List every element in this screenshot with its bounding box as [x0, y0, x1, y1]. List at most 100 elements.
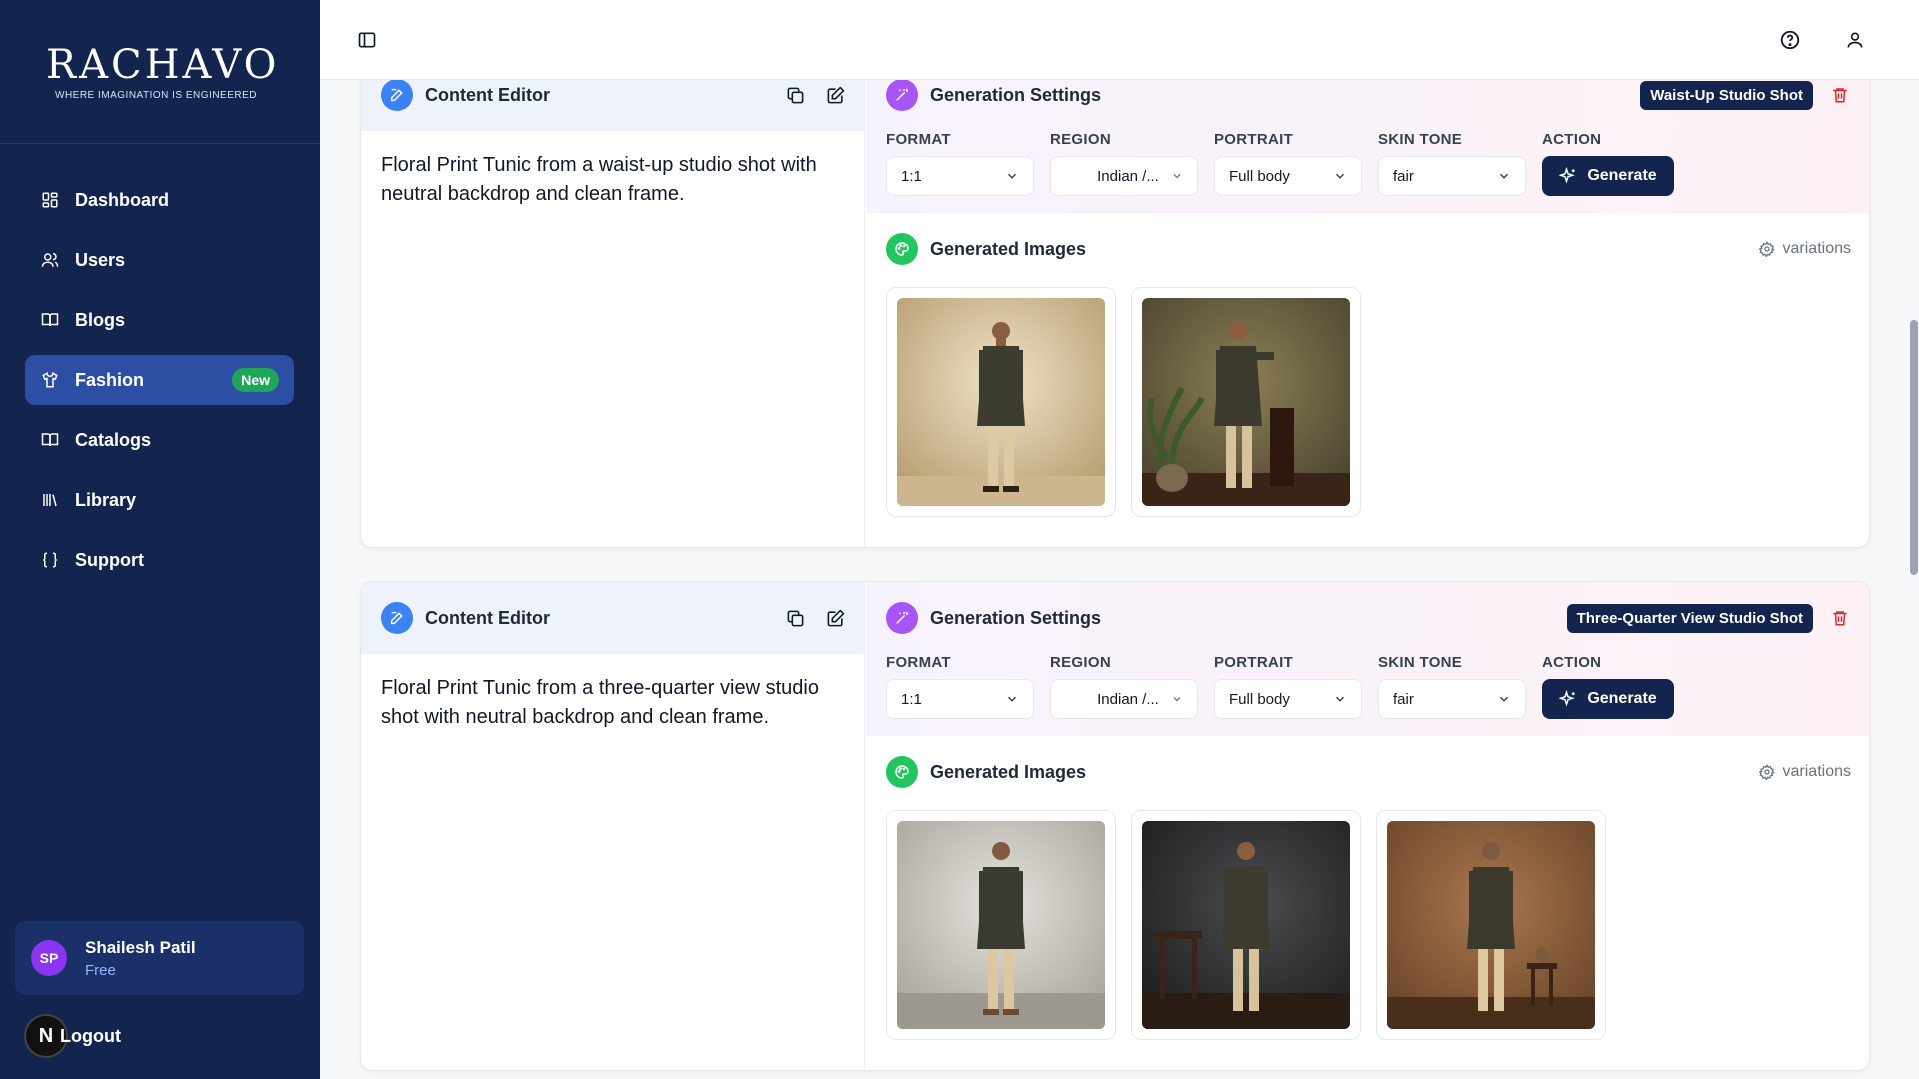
generated-image-thumb[interactable]: [886, 810, 1116, 1040]
sidebar-item-support[interactable]: Support: [25, 535, 294, 585]
generated-images-title: Generated Images: [930, 761, 1087, 782]
gear-icon: [1758, 241, 1775, 257]
portrait-value: Full body: [1229, 690, 1290, 708]
chevron-down-icon: [1173, 697, 1181, 702]
generated-image-thumb[interactable]: [1131, 810, 1361, 1040]
user-plan: Free: [85, 961, 116, 979]
sidebar: RACHAVO WHERE IMAGINATION IS ENGINEERED …: [0, 0, 320, 1079]
sidebar-item-users[interactable]: Users: [25, 235, 294, 285]
skin-tone-value: fair: [1393, 690, 1414, 708]
trash-icon[interactable]: [1829, 84, 1851, 106]
sparkles-icon: [1559, 167, 1576, 184]
chevron-down-icon: [1499, 173, 1509, 179]
sidebar-item-blogs[interactable]: Blogs: [25, 295, 294, 345]
region-select[interactable]: Indian /...: [1050, 156, 1198, 196]
edit-icon: [381, 79, 413, 111]
sidebar-item-label: Users: [75, 249, 126, 270]
model-photo-olive: [1142, 298, 1350, 506]
brand-logo[interactable]: RACHAVO WHERE IMAGINATION IS ENGINEERED: [46, 42, 276, 101]
skin-tone-label: SKIN TONE: [1378, 131, 1463, 148]
format-value: 1:1: [901, 690, 922, 708]
user-profile-card[interactable]: SP Shailesh Patil Free: [15, 921, 304, 995]
chevron-down-icon: [1335, 173, 1345, 179]
generated-image-thumb[interactable]: [886, 287, 1116, 517]
content-editor-title: Content Editor: [425, 607, 550, 628]
variations-label: variations: [1782, 763, 1851, 780]
generate-button-label: Generate: [1587, 690, 1657, 707]
format-label: FORMAT: [886, 654, 951, 671]
sidebar-item-label: Fashion: [75, 369, 145, 390]
user-name: Shailesh Patil: [85, 937, 196, 957]
chevron-down-icon: [1499, 696, 1509, 702]
user-icon[interactable]: [1842, 27, 1868, 53]
generated-image-thumb[interactable]: [1376, 810, 1606, 1040]
variations-button[interactable]: variations: [1758, 240, 1851, 258]
scrollbar[interactable]: [1910, 320, 1918, 575]
content-editor-title: Content Editor: [425, 84, 550, 105]
copy-icon[interactable]: [784, 84, 806, 106]
trash-icon[interactable]: [1829, 607, 1851, 629]
generate-button[interactable]: Generate: [1542, 156, 1674, 196]
library-icon: [40, 490, 60, 510]
palette-icon: [886, 233, 918, 265]
gear-icon: [1758, 764, 1775, 780]
portrait-select[interactable]: Full body: [1214, 156, 1362, 196]
model-photo-dark: [1142, 821, 1350, 1029]
generated-image-thumb[interactable]: [1131, 287, 1361, 517]
sidebar-item-dashboard[interactable]: Dashboard: [25, 175, 294, 225]
help-circle-icon[interactable]: [1777, 27, 1803, 53]
shot-type-badge: Three-Quarter View Studio Shot: [1566, 603, 1813, 633]
sidebar-item-label: Support: [75, 549, 144, 570]
skin-tone-select[interactable]: fair: [1378, 679, 1526, 719]
edit-square-icon[interactable]: [824, 607, 846, 629]
region-select[interactable]: Indian /...: [1050, 679, 1198, 719]
format-select[interactable]: 1:1: [886, 679, 1034, 719]
chevron-down-icon: [1173, 174, 1181, 179]
image-grid: [886, 810, 1851, 1040]
palette-icon: [886, 756, 918, 788]
action-label: ACTION: [1542, 654, 1602, 671]
sidebar-toggle-icon[interactable]: [354, 27, 380, 53]
format-select[interactable]: 1:1: [886, 156, 1034, 196]
shot-type-badge: Waist-Up Studio Shot: [1640, 80, 1813, 110]
generate-button-label: Generate: [1587, 167, 1657, 184]
sidebar-item-catalogs[interactable]: Catalogs: [25, 415, 294, 465]
user-info: Shailesh Patil Free: [85, 938, 196, 979]
variations-button[interactable]: variations: [1758, 763, 1851, 781]
portrait-select[interactable]: Full body: [1214, 679, 1362, 719]
shirt-icon: [40, 370, 60, 390]
generate-button[interactable]: Generate: [1542, 679, 1674, 719]
skin-tone-label: SKIN TONE: [1378, 654, 1463, 671]
region-value: Indian /...: [1097, 167, 1159, 185]
sparkles-icon: [1559, 690, 1576, 707]
image-grid: [886, 287, 1851, 517]
sidebar-item-label: Dashboard: [75, 189, 170, 210]
portrait-label: PORTRAIT: [1214, 131, 1294, 148]
sidebar-item-label: Catalogs: [75, 429, 152, 450]
sidebar-item-library[interactable]: Library: [25, 475, 294, 525]
generation-panel: Generation Settings Waist-Up Studio Shot…: [866, 59, 1869, 547]
book-open-icon: [40, 430, 60, 450]
model-photo-brown: [1387, 821, 1595, 1029]
logout-button[interactable]: N Logout: [24, 1014, 121, 1058]
model-photo-beige: [897, 298, 1105, 506]
generation-settings: Generation Settings Waist-Up Studio Shot…: [866, 59, 1869, 213]
portrait-label: PORTRAIT: [1214, 654, 1294, 671]
generation-settings: Generation Settings Three-Quarter View S…: [866, 582, 1869, 736]
portrait-value: Full body: [1229, 167, 1290, 185]
book-open-icon: [40, 310, 60, 330]
copy-icon[interactable]: [784, 607, 806, 629]
content-description[interactable]: Floral Print Tunic from a waist-up studi…: [361, 131, 864, 229]
chevron-down-icon: [1007, 173, 1017, 179]
sidebar-item-label: Library: [75, 489, 137, 510]
generation-panel: Generation Settings Three-Quarter View S…: [866, 582, 1869, 1070]
content-editor-panel: Content Editor Floral Print Tunic from a…: [361, 582, 865, 1070]
content-description[interactable]: Floral Print Tunic from a three-quarter …: [361, 654, 864, 752]
skin-tone-select[interactable]: fair: [1378, 156, 1526, 196]
content-editor-panel: Content Editor Floral Print Tunic from a…: [361, 59, 865, 547]
sidebar-divider: [0, 143, 320, 144]
chevron-down-icon: [1335, 696, 1345, 702]
edit-square-icon[interactable]: [824, 84, 846, 106]
sidebar-item-fashion[interactable]: Fashion New: [25, 355, 294, 405]
users-icon: [40, 250, 60, 270]
